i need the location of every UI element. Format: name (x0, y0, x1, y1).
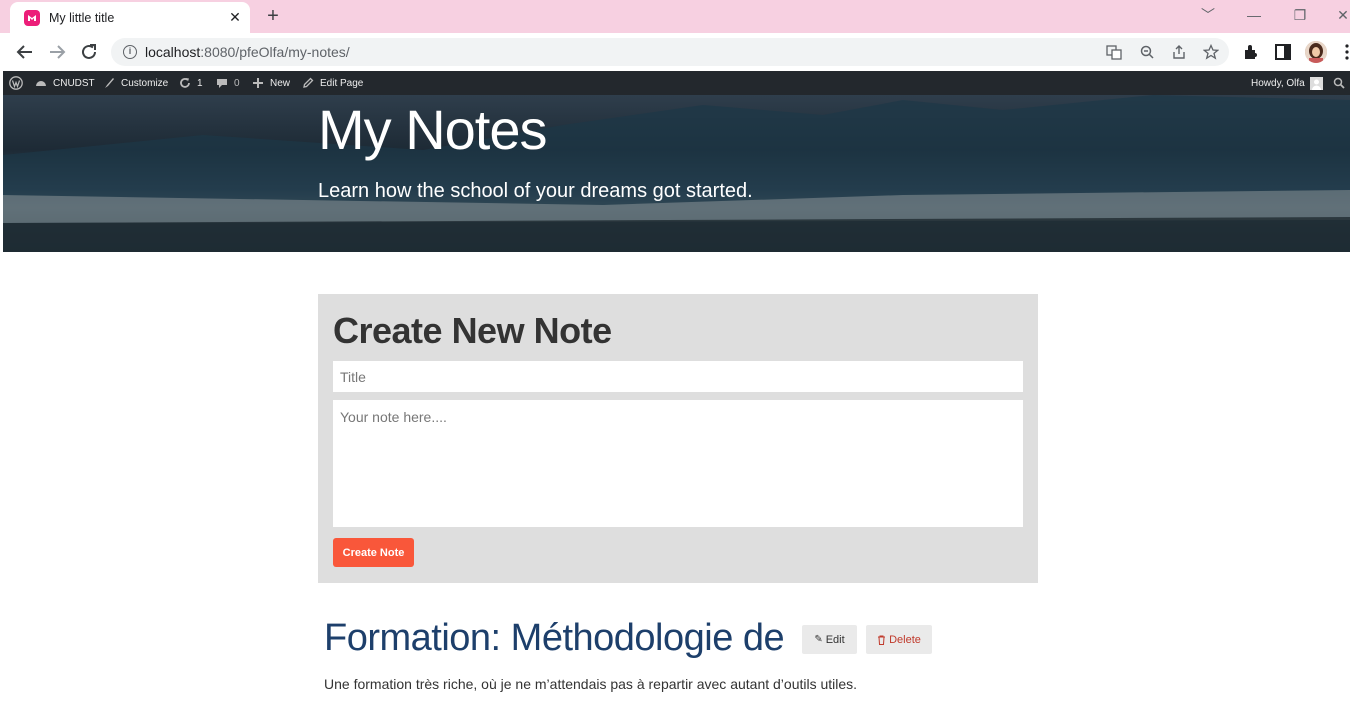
edit-label: Edit (825, 633, 845, 646)
updates-count: 1 (197, 77, 203, 89)
updates-icon (180, 78, 190, 88)
pencil-icon: ✎ (814, 634, 823, 645)
restore-button[interactable]: ❐ (1285, 4, 1315, 26)
site-favicon-icon (24, 9, 40, 26)
pencil-icon (303, 77, 314, 88)
profile-avatar[interactable] (1305, 41, 1327, 63)
dashboard-icon (36, 81, 46, 86)
page-banner: My Notes Learn how the school of your dr… (3, 95, 1350, 252)
edit-page-label: Edit Page (320, 77, 364, 89)
translate-icon[interactable] (1106, 44, 1122, 60)
side-panel-icon[interactable] (1274, 43, 1292, 61)
banner-background-image (3, 95, 1350, 252)
zoom-icon[interactable] (1139, 44, 1155, 60)
ab-site-name[interactable]: CNUDST (35, 71, 95, 95)
extensions-icon[interactable] (1242, 43, 1260, 61)
browser-tab[interactable]: My little title ✕ (10, 2, 250, 33)
url-path: :8080/pfeOlfa/my-notes/ (200, 44, 350, 60)
create-note-panel: Create New Note Create Note (318, 294, 1038, 583)
comment-icon (217, 79, 227, 88)
comments-count: 0 (234, 77, 240, 89)
ab-new[interactable]: New (252, 71, 290, 95)
bookmark-star-icon[interactable] (1203, 44, 1219, 60)
address-bar[interactable]: i localhost:8080/pfeOlfa/my-notes/ (111, 38, 1229, 66)
note-body: Une formation très riche, où je ne m’att… (324, 676, 858, 692)
create-note-button[interactable]: Create Note (333, 538, 414, 567)
note-title-input[interactable] (333, 361, 1023, 392)
delete-note-button[interactable]: Delete (866, 625, 932, 654)
url-host: localhost (145, 44, 201, 60)
tab-close-icon[interactable]: ✕ (226, 9, 244, 26)
site-name-label: CNUDST (53, 77, 95, 89)
new-tab-button[interactable]: + (262, 5, 284, 27)
minimize-button[interactable]: — (1239, 4, 1269, 26)
back-arrow-icon[interactable] (14, 41, 36, 63)
tab-title: My little title (49, 10, 115, 25)
plus-icon (253, 78, 263, 88)
page-title: My Notes (318, 98, 547, 161)
new-label: New (270, 77, 291, 89)
site-info-icon[interactable]: i (123, 45, 137, 59)
edit-note-button[interactable]: ✎ Edit (802, 625, 857, 654)
close-window-button[interactable]: ✕ (1328, 4, 1350, 26)
create-note-heading: Create New Note (333, 310, 612, 351)
url-text[interactable]: localhost:8080/pfeOlfa/my-notes/ (145, 44, 350, 60)
forward-arrow-icon[interactable] (46, 41, 68, 63)
ab-updates[interactable]: 1 (179, 71, 203, 95)
browser-toolbar: i localhost:8080/pfeOlfa/my-notes/ (0, 33, 1350, 71)
share-icon[interactable] (1171, 44, 1187, 60)
search-icon (1333, 77, 1345, 89)
trash-icon (878, 635, 886, 645)
brush-icon (105, 78, 114, 88)
tab-search-icon[interactable]: ﹀ (1193, 4, 1223, 26)
delete-label: Delete (889, 633, 921, 646)
browser-tab-strip: My little title ✕ + ﹀ — ❐ ✕ (0, 0, 1350, 33)
browser-menu-icon[interactable] (1338, 43, 1350, 61)
reload-icon[interactable] (78, 41, 100, 63)
ab-account[interactable]: Howdy, Olfa (1251, 71, 1323, 95)
wp-admin-bar: CNUDST Customize 1 0 New Edit Page Howdy… (3, 71, 1350, 95)
ab-comments[interactable]: 0 (216, 71, 240, 95)
user-avatar-icon (1309, 76, 1323, 90)
note-title[interactable]: Formation: Méthodologie de la recherche (324, 617, 794, 660)
ab-customize[interactable]: Customize (103, 71, 168, 95)
note-body-textarea[interactable] (333, 400, 1023, 527)
ab-search[interactable] (1333, 71, 1345, 95)
customize-label: Customize (121, 77, 169, 89)
howdy-label: Howdy, Olfa (1251, 77, 1305, 89)
ab-edit-page[interactable]: Edit Page (302, 71, 363, 95)
wordpress-logo-icon[interactable] (9, 71, 23, 95)
page-subtitle: Learn how the school of your dreams got … (318, 180, 753, 202)
